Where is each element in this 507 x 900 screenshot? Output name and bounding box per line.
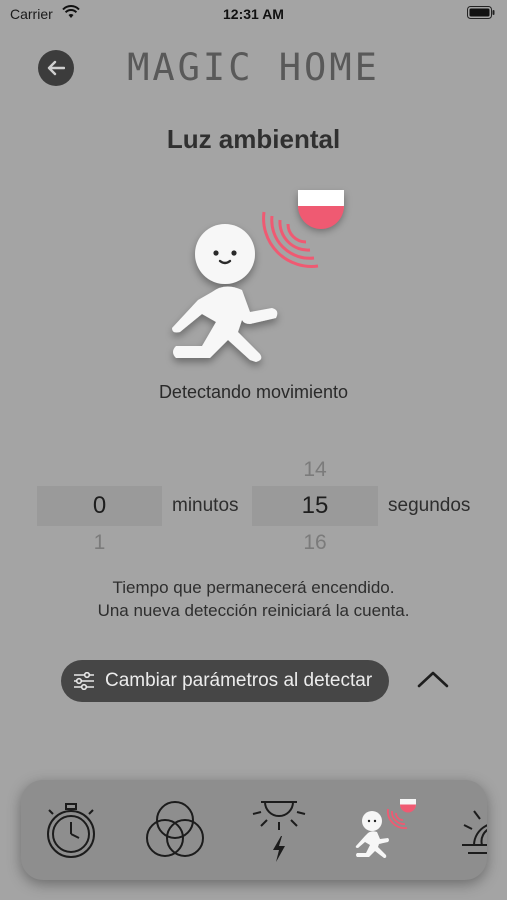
- minutes-picker-below: 1: [93, 531, 106, 554]
- tab-light-power[interactable]: [239, 790, 319, 870]
- motion-sensor-icon: [355, 799, 416, 858]
- sliders-icon: [73, 672, 95, 690]
- color-circles-icon: [146, 801, 204, 857]
- detection-status: Detectando movimiento: [158, 382, 349, 402]
- timer-explanation: Tiempo que permanecerá encendido. Una nu…: [0, 576, 507, 622]
- seconds-unit-label: segundos: [388, 495, 471, 516]
- tab-sunrise[interactable]: [443, 790, 487, 870]
- change-params-label: Cambiar parámetros al detectar: [105, 670, 373, 691]
- battery-icon: [467, 6, 495, 19]
- seconds-picker[interactable]: 15: [252, 486, 378, 526]
- minutes-picker-above: [37, 458, 162, 482]
- minutes-unit-label: minutos: [172, 495, 239, 516]
- tab-bar: [21, 780, 487, 880]
- seconds-picker-above: 14: [303, 458, 327, 481]
- stopwatch-icon: [47, 803, 95, 858]
- sun-icon: [462, 810, 487, 854]
- minutes-picker-value: 0: [92, 492, 107, 519]
- minutes-picker[interactable]: 0: [37, 486, 162, 526]
- change-params-button[interactable]: Cambiar parámetros al detectar: [61, 660, 389, 702]
- seconds-picker-value: 15: [301, 492, 329, 519]
- tab-colors[interactable]: [135, 790, 215, 870]
- ceiling-light-icon: [252, 801, 306, 862]
- explanation-line-2: Una nueva detección reiniciará la cuenta…: [97, 601, 410, 620]
- explanation-line-1: Tiempo que permanecerá encendido.: [112, 578, 395, 597]
- status-time: 12:31 AM: [223, 6, 284, 22]
- tab-timer[interactable]: [31, 790, 111, 870]
- app-title: MAGIC HOME: [127, 46, 380, 89]
- motion-sensor-illustration-icon: [172, 190, 344, 362]
- tab-motion[interactable]: [343, 790, 423, 870]
- chevron-up-icon[interactable]: [416, 668, 450, 690]
- page-title: Luz ambiental: [166, 124, 341, 154]
- status-bar: Carrier 12:31 AM: [0, 0, 507, 30]
- seconds-picker-below: 16: [303, 531, 327, 554]
